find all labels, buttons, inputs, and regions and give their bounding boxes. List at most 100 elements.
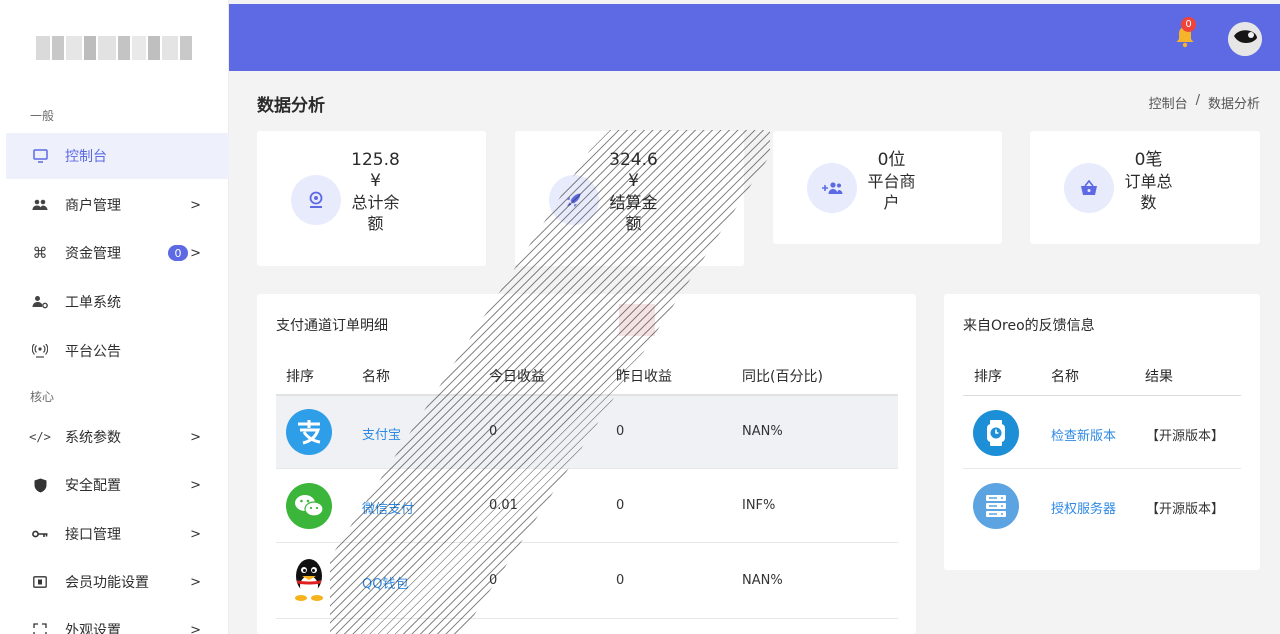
ratio: INF% <box>742 498 776 513</box>
wallet-icon <box>291 175 341 225</box>
ratio: NAN% <box>742 424 783 439</box>
avatar[interactable] <box>1228 22 1262 56</box>
section-label-core: 核心 <box>30 390 55 404</box>
sidebar-item-funds[interactable]: ⌘ 资金管理 0 > <box>6 230 229 276</box>
channel-name[interactable]: 支付宝 <box>362 424 401 443</box>
breadcrumb-separator: / <box>1195 93 1200 108</box>
sidebar-item-label: 系统参数 <box>65 430 121 446</box>
stat-unit: ¥ <box>628 171 639 191</box>
chevron-right-icon: > <box>190 574 201 590</box>
users-icon <box>32 197 48 213</box>
feedback-name[interactable]: 检查新版本 <box>1051 425 1116 444</box>
breadcrumb-link-dashboard[interactable]: 控制台 <box>1149 93 1188 112</box>
yesterday-income: 0 <box>616 498 625 513</box>
table-row[interactable]: 支付宝 0 0 NAN% <box>276 396 898 469</box>
key-icon <box>32 526 48 542</box>
column-header: 名称 <box>1051 369 1079 385</box>
stat-label: 户 <box>883 193 900 212</box>
feedback-result: 【开源版本】 <box>1146 429 1225 444</box>
table-row[interactable]: 微信支付 0.01 0 INF% <box>276 469 898 543</box>
layout-icon <box>32 622 48 634</box>
sidebar-item-label: 会员功能设置 <box>65 575 149 591</box>
channel-name[interactable]: 微信支付 <box>362 498 414 517</box>
command-icon: ⌘ <box>32 244 48 262</box>
sidebar-item-label: 商户管理 <box>65 198 121 214</box>
stat-label: 数 <box>1140 193 1157 212</box>
sidebar-item-merchants[interactable]: 商户管理 > <box>6 182 229 228</box>
feedback-name[interactable]: 授权服务器 <box>1051 498 1116 517</box>
column-header: 昨日收益 <box>616 369 672 385</box>
sidebar-item-announcements[interactable]: 平台公告 <box>6 328 229 374</box>
ratio: NAN% <box>742 573 783 588</box>
stat-label: 订单总 <box>1124 172 1173 191</box>
sidebar-item-system-params[interactable]: </> 系统参数 > <box>6 414 229 460</box>
stat-label: 结算金 <box>609 193 658 212</box>
sidebar-item-label: 接口管理 <box>65 527 121 543</box>
stat-value: 0位 <box>877 150 906 170</box>
code-icon: </> <box>29 430 51 444</box>
stat-label: 平台商 <box>867 172 916 191</box>
feedback-panel: 来自Oreo的反馈信息 排序 名称 结果 检查新版本 【开源版本】 授权服务器 … <box>944 294 1260 570</box>
stat-card-orders: 0笔 订单总 数 <box>1030 131 1260 244</box>
stat-value: 125.8 <box>351 150 400 170</box>
stat-label: 总计余 <box>351 193 400 212</box>
section-label-general: 一般 <box>30 109 55 123</box>
chevron-right-icon: > <box>190 197 201 213</box>
today-income: 0.01 <box>489 498 518 513</box>
chevron-right-icon: > <box>190 429 201 445</box>
card-icon <box>32 574 48 590</box>
channel-orders-panel: 支付通道订单明细 排序 名称 今日收益 昨日收益 同比(百分比) 支付宝 0 0… <box>257 294 916 634</box>
column-header: 结果 <box>1145 369 1173 385</box>
logo <box>36 36 194 60</box>
wechat-icon <box>286 483 332 529</box>
sidebar-item-member-settings[interactable]: 会员功能设置 > <box>6 559 229 605</box>
stat-unit: ¥ <box>370 171 381 191</box>
sidebar-item-tickets[interactable]: 工单系统 <box>6 279 229 325</box>
today-income: 0 <box>489 424 498 439</box>
blurred-image <box>619 304 655 336</box>
stat-value: 0笔 <box>1134 150 1163 170</box>
chevron-right-icon: > <box>190 477 201 493</box>
stat-value: 324.6 <box>609 150 658 170</box>
stat-card-settlement: 324.6 ¥ 结算金 额 <box>515 131 744 266</box>
server-icon <box>973 483 1019 529</box>
sidebar-item-label: 工单系统 <box>65 295 121 311</box>
qq-penguin-icon <box>286 557 332 603</box>
sidebar-item-appearance[interactable]: 外观设置 > <box>6 607 229 634</box>
watch-icon <box>973 410 1019 456</box>
channel-name[interactable]: QQ钱包 <box>362 573 408 592</box>
user-plus-icon <box>807 163 857 213</box>
user-gear-icon <box>32 294 48 310</box>
table-row[interactable]: 检查新版本 【开源版本】 <box>963 396 1241 469</box>
yesterday-income: 0 <box>616 424 625 439</box>
stat-card-total-balance: 125.8 ¥ 总计余 额 <box>257 131 486 266</box>
table-row[interactable]: QQ钱包 0 0 NAN% <box>276 543 898 619</box>
sidebar-item-label: 资金管理 <box>65 246 121 262</box>
rocket-icon <box>549 175 599 225</box>
sidebar-item-label: 外观设置 <box>65 623 121 634</box>
column-header: 排序 <box>974 369 1002 385</box>
breadcrumb-current: 数据分析 <box>1207 97 1260 112</box>
chevron-right-icon: > <box>190 245 201 261</box>
sidebar-item-security[interactable]: 安全配置 > <box>6 462 229 508</box>
stat-label: 额 <box>625 214 642 233</box>
chevron-right-icon: > <box>190 622 201 634</box>
stat-label: 额 <box>367 214 384 233</box>
broadcast-icon <box>32 343 48 359</box>
feedback-result: 【开源版本】 <box>1146 502 1225 517</box>
panel-title: 支付通道订单明细 <box>276 318 388 334</box>
column-header: 今日收益 <box>489 369 545 385</box>
column-header: 名称 <box>362 369 390 385</box>
sidebar-item-api[interactable]: 接口管理 > <box>6 511 229 557</box>
breadcrumb: 控制台 / 数据分析 <box>1149 93 1260 112</box>
table-row[interactable]: 授权服务器 【开源版本】 <box>963 469 1241 542</box>
sidebar-item-dashboard[interactable]: 控制台 <box>6 133 229 179</box>
monitor-icon <box>32 148 48 164</box>
column-header: 同比(百分比) <box>742 369 823 385</box>
sidebar-item-label: 平台公告 <box>65 344 121 360</box>
column-header: 排序 <box>286 369 314 385</box>
top-navbar: 0 <box>229 4 1280 71</box>
sidebar: 一般 控制台 商户管理 > ⌘ 资金管理 0 > 工单系统 平台公告 核心 </… <box>0 0 229 634</box>
today-income: 0 <box>489 573 498 588</box>
funds-badge: 0 <box>168 245 188 261</box>
